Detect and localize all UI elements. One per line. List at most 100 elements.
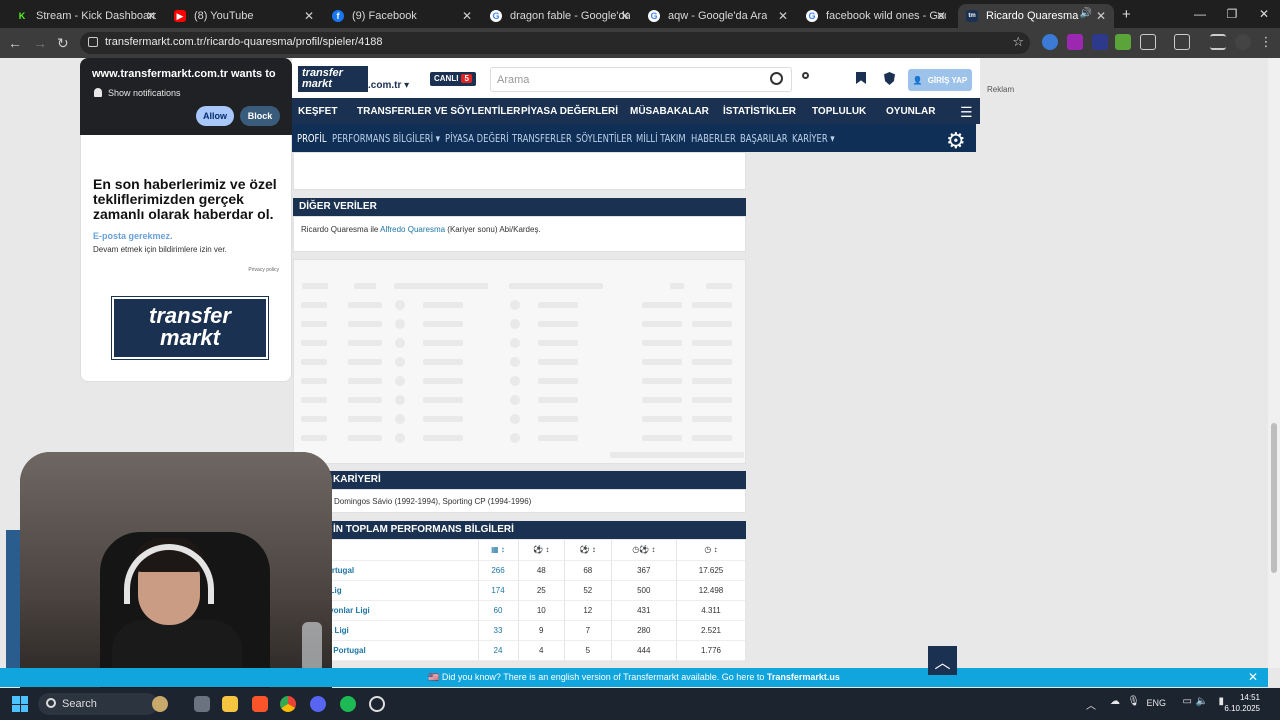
goals-header-icon[interactable]: ⚽ ↕ [518, 540, 566, 560]
tab-kick-dashboard[interactable]: K Stream - Kick Dashboard ✕ [8, 4, 164, 28]
assists-header-icon[interactable]: ⚽ ↕ [564, 540, 612, 560]
reload-icon[interactable]: ↻ [57, 35, 69, 52]
system-clock[interactable]: 14:51 6.10.2025 [1224, 692, 1260, 714]
menu-kebab-icon[interactable]: ⋮ [1258, 34, 1274, 50]
network-icon[interactable]: ▭ [1183, 696, 1192, 707]
banner-link[interactable]: Transfermarkt.us [767, 672, 840, 682]
close-icon[interactable]: ✕ [1096, 9, 1106, 23]
hamburger-menu-icon[interactable]: ☰ [960, 104, 973, 121]
back-icon[interactable]: ← [8, 35, 22, 51]
tab-transfers[interactable]: TRANSFERLER [512, 132, 572, 145]
close-window-icon[interactable]: ✕ [1248, 0, 1280, 28]
scroll-thumb[interactable] [1271, 423, 1277, 573]
gear-icon[interactable]: ⚙ [946, 128, 966, 154]
maximize-icon[interactable]: ❐ [1216, 0, 1248, 28]
volume-icon[interactable]: 🔈 [1196, 696, 1208, 707]
login-button[interactable]: 👤 GİRİŞ YAP [908, 69, 972, 91]
sidebar-icon[interactable] [1174, 34, 1190, 50]
nav-item-transfers[interactable]: TRANSFERLER VE SÖYLENTİLER [357, 106, 520, 117]
discord-icon[interactable] [310, 696, 326, 712]
nav-item-community[interactable]: TOPLULUK [812, 106, 866, 117]
tab-google-dragon-fable[interactable]: G dragon fable - Google'da Ara ✕ [482, 4, 638, 28]
obs-icon[interactable] [369, 696, 385, 712]
appearances-cell[interactable]: 60 [478, 600, 519, 620]
address-bar[interactable]: transfermarkt.com.tr/ricardo-quaresma/pr… [80, 32, 1030, 54]
microphone-icon[interactable]: 🎙 [1127, 696, 1140, 707]
close-icon[interactable]: ✕ [146, 9, 156, 23]
minutes-per-goal-header-icon[interactable]: ◷⚽ ↕ [611, 540, 678, 560]
widget-icon[interactable] [152, 696, 168, 712]
task-view-icon[interactable] [194, 696, 210, 712]
tab-search-icon[interactable] [1210, 34, 1226, 50]
cloud-icon[interactable]: ☁ [1110, 696, 1120, 707]
minutes-header-icon[interactable]: ◷ ↕ [676, 540, 746, 560]
forward-icon[interactable]: → [33, 35, 47, 51]
extensions-puzzle-icon[interactable] [1140, 34, 1156, 50]
taskbar-search[interactable]: Search [38, 693, 158, 715]
extension-icon[interactable] [1042, 34, 1058, 50]
appearances-cell[interactable]: 174 [478, 580, 519, 600]
scroll-to-top-button[interactable]: ︿ [928, 646, 957, 675]
tab-career[interactable]: KARİYER ▾ [792, 132, 835, 145]
tab-rumours[interactable]: SÖYLENTİLER [576, 132, 632, 145]
tab-performance[interactable]: PERFORMANS BİLGİLERİ ▾ [332, 132, 440, 145]
chrome-icon[interactable] [280, 696, 296, 712]
nav-item-statistics[interactable]: İSTATİSTİKLER [723, 106, 796, 117]
extension-icon[interactable] [1067, 34, 1083, 50]
sibling-link[interactable]: Alfredo Quaresma [380, 225, 445, 234]
appearances-cell[interactable]: 24 [478, 640, 519, 660]
appearances-cell[interactable]: 33 [478, 620, 519, 640]
extension-icon[interactable] [1115, 34, 1131, 50]
tab-news[interactable]: HABERLER [691, 132, 736, 145]
tab-transfermarkt[interactable]: tm Ricardo Quaresma - Oyunc 🔊 ✕ [958, 4, 1114, 28]
close-icon[interactable]: ✕ [462, 9, 472, 23]
battery-icon[interactable]: ▮ [1218, 696, 1224, 707]
domain-selector[interactable]: .com.tr ▾ [368, 80, 409, 91]
language-indicator[interactable]: ENG [1146, 698, 1166, 708]
spotify-icon[interactable] [340, 696, 356, 712]
windows-start-icon[interactable] [12, 696, 28, 712]
tab-market-value[interactable]: PİYASA DEĞERİ [445, 132, 509, 145]
close-icon[interactable]: ✕ [620, 9, 630, 23]
allow-button[interactable]: Allow [196, 106, 234, 126]
privacy-policy-link[interactable]: Privacy policy [248, 267, 279, 273]
live-button[interactable]: CANLI 5 [430, 72, 476, 86]
site-logo[interactable]: transfer markt [298, 66, 368, 92]
bookmark-icon[interactable] [856, 72, 870, 86]
minutes-per-goal-cell: 500 [611, 580, 678, 600]
chevron-up-icon[interactable]: ︿ [1086, 697, 1096, 712]
block-button[interactable]: Block [240, 106, 280, 126]
goals-cell: 4 [518, 640, 566, 660]
bookmark-star-icon[interactable]: ☆ [1012, 34, 1024, 50]
close-icon[interactable]: ✕ [1248, 668, 1258, 687]
site-search-input[interactable]: Arama [490, 67, 792, 92]
shield-icon[interactable] [884, 72, 898, 86]
site-info-icon[interactable] [88, 37, 98, 47]
file-explorer-icon[interactable] [222, 696, 238, 712]
close-icon[interactable]: ✕ [778, 9, 788, 23]
nav-item-kesfet[interactable]: KEŞFET [298, 106, 337, 117]
page-scrollbar[interactable] [1268, 58, 1280, 668]
tab-google-wild-ones[interactable]: G facebook wild ones - Google'da ✕ [798, 4, 954, 28]
tab-achievements[interactable]: BAŞARILAR [740, 132, 788, 145]
user-search-icon[interactable] [800, 72, 814, 86]
nav-item-games[interactable]: OYUNLAR [886, 106, 935, 117]
speaker-icon[interactable]: 🔊 [1080, 8, 1092, 19]
appearances-cell[interactable]: 266 [478, 560, 519, 580]
search-icon[interactable] [770, 72, 783, 85]
tab-youtube[interactable]: ▶ (8) YouTube ✕ [166, 4, 322, 28]
appearances-header-icon[interactable]: ▦ ↕ [478, 540, 519, 560]
close-icon[interactable]: ✕ [304, 9, 314, 23]
nav-item-competitions[interactable]: MÜSABAKALAR [630, 106, 709, 117]
tab-profile[interactable]: PROFİL [297, 132, 327, 145]
tab-google-aqw[interactable]: G aqw - Google'da Ara ✕ [640, 4, 796, 28]
minimize-icon[interactable]: — [1184, 0, 1216, 28]
profile-avatar[interactable] [1235, 34, 1251, 50]
nav-item-market-values[interactable]: PİYASA DEĞERLERİ [521, 106, 618, 117]
close-icon[interactable]: ✕ [936, 9, 946, 23]
tab-facebook[interactable]: f (9) Facebook ✕ [324, 4, 480, 28]
tab-national-team[interactable]: MİLLİ TAKIM [636, 132, 686, 145]
extension-icon[interactable] [1092, 34, 1108, 50]
new-tab-button[interactable]: + [1122, 6, 1131, 23]
brave-browser-icon[interactable] [252, 696, 268, 712]
